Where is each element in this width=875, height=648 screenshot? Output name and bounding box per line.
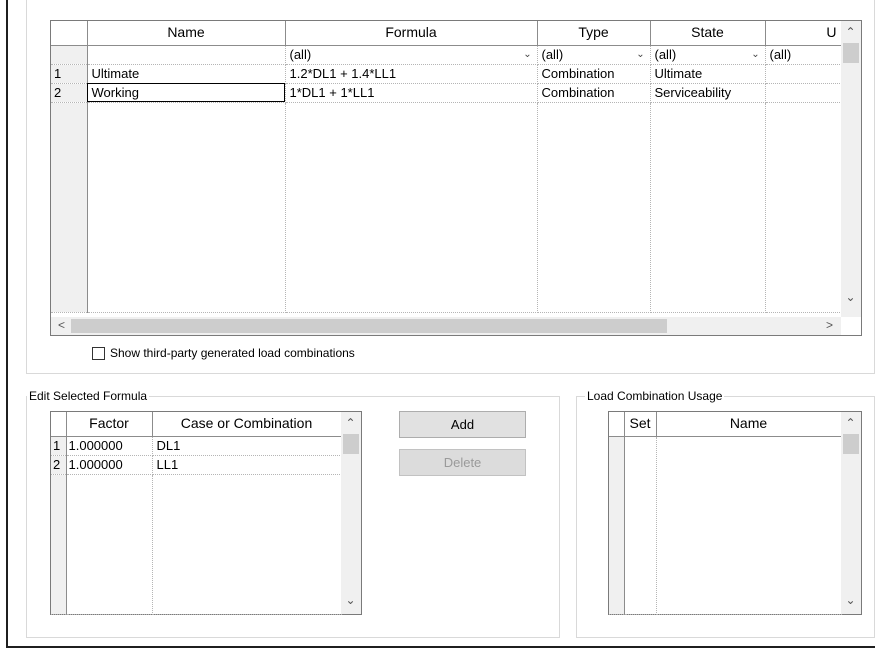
dropdown-arrow-icon[interactable]: ⌄: [521, 48, 535, 62]
filter-u-value: (all): [769, 46, 792, 62]
chevron-up-icon[interactable]: ⌃: [842, 24, 859, 41]
cell-case[interactable]: LL1: [152, 455, 342, 475]
chevron-up-icon[interactable]: ⌃: [842, 415, 859, 432]
row-number[interactable]: 1: [51, 64, 88, 84]
vertical-scrollbar[interactable]: ⌃ ⌄: [841, 412, 861, 614]
cell-name[interactable]: Ultimate: [87, 64, 286, 84]
vertical-scroll-thumb[interactable]: [843, 43, 859, 63]
filter-state[interactable]: (all) ⌄: [650, 45, 766, 65]
col-header-case[interactable]: Case or Combination: [152, 412, 342, 437]
edit-formula-caption: Edit Selected Formula: [27, 388, 150, 404]
chevron-right-icon[interactable]: >: [821, 317, 838, 334]
corner-header: [51, 412, 67, 437]
col-header-u[interactable]: U: [765, 21, 842, 46]
cell-u[interactable]: [765, 83, 842, 103]
show-third-party-checkbox[interactable]: [92, 346, 105, 360]
cell-type[interactable]: Combination: [537, 64, 651, 84]
usage-table: Set Name: [609, 412, 842, 615]
table-row[interactable]: 1 Ultimate 1.2*DL1 + 1.4*LL1 Combination…: [51, 64, 842, 84]
cell-state[interactable]: Serviceability: [650, 83, 766, 103]
col-header-type[interactable]: Type: [537, 21, 651, 46]
empty-rows-area: [51, 474, 342, 615]
col-header-set[interactable]: Set: [624, 412, 657, 437]
filter-type[interactable]: (all) ⌄: [537, 45, 651, 65]
empty-rows-area: [51, 102, 842, 313]
dropdown-arrow-icon[interactable]: ⌄: [634, 48, 648, 62]
horizontal-scrollbar[interactable]: < >: [51, 317, 841, 335]
cell-factor[interactable]: 1.000000: [66, 455, 153, 475]
cell-u[interactable]: [765, 64, 842, 84]
cell-name-selected[interactable]: Working: [87, 83, 286, 103]
row-number[interactable]: 1: [51, 436, 67, 456]
row-number[interactable]: 2: [51, 455, 67, 475]
factors-table: Factor Case or Combination 1 1.000000 DL…: [51, 412, 342, 615]
filter-type-value: (all): [541, 46, 564, 62]
empty-rows-area: [609, 436, 842, 615]
col-header-name[interactable]: Name: [656, 412, 842, 437]
corner-header: [609, 412, 625, 437]
load-combinations-grid[interactable]: Name Formula Type State U (all) ⌄ (all) …: [50, 20, 862, 336]
chevron-down-icon[interactable]: ⌄: [842, 289, 859, 306]
cell-state[interactable]: Ultimate: [650, 64, 766, 84]
horizontal-scroll-thumb[interactable]: [71, 319, 667, 333]
dropdown-arrow-icon[interactable]: ⌄: [749, 48, 763, 62]
col-header-formula[interactable]: Formula: [285, 21, 538, 46]
table-row[interactable]: 1 1.000000 DL1: [51, 436, 342, 456]
table-row[interactable]: 2 Working 1*DL1 + 1*LL1 Combination Serv…: [51, 83, 842, 103]
filter-state-value: (all): [654, 46, 677, 62]
col-header-factor[interactable]: Factor: [66, 412, 153, 437]
vertical-scroll-thumb[interactable]: [343, 434, 359, 454]
chevron-left-icon[interactable]: <: [53, 317, 70, 334]
usage-grid[interactable]: Set Name ⌃ ⌄: [608, 411, 862, 615]
corner-header: [51, 21, 88, 46]
row-number[interactable]: 2: [51, 83, 88, 103]
show-third-party-row[interactable]: Show third-party generated load combinat…: [92, 346, 355, 360]
formula-factors-grid[interactable]: Factor Case or Combination 1 1.000000 DL…: [50, 411, 362, 615]
col-header-name[interactable]: Name: [87, 21, 286, 46]
chevron-up-icon[interactable]: ⌃: [342, 415, 359, 432]
cell-factor[interactable]: 1.000000: [66, 436, 153, 456]
delete-button[interactable]: Delete: [399, 449, 526, 476]
table-row[interactable]: 2 1.000000 LL1: [51, 455, 342, 475]
vertical-scroll-thumb[interactable]: [843, 434, 859, 454]
vertical-scrollbar[interactable]: ⌃ ⌄: [341, 412, 361, 614]
filter-u[interactable]: (all): [765, 45, 842, 65]
combinations-table: Name Formula Type State U (all) ⌄ (all) …: [51, 21, 842, 313]
vertical-scrollbar[interactable]: ⌃ ⌄: [841, 21, 861, 317]
col-header-state[interactable]: State: [650, 21, 766, 46]
filter-name-empty: [87, 45, 286, 65]
add-button[interactable]: Add: [399, 411, 526, 438]
chevron-down-icon[interactable]: ⌄: [342, 592, 359, 609]
cell-formula[interactable]: 1.2*DL1 + 1.4*LL1: [285, 64, 538, 84]
show-third-party-label: Show third-party generated load combinat…: [110, 346, 355, 360]
cell-formula[interactable]: 1*DL1 + 1*LL1: [285, 83, 538, 103]
cell-case[interactable]: DL1: [152, 436, 342, 456]
chevron-down-icon[interactable]: ⌄: [842, 592, 859, 609]
usage-caption: Load Combination Usage: [585, 388, 725, 404]
filter-formula-value: (all): [289, 46, 312, 62]
cell-type[interactable]: Combination: [537, 83, 651, 103]
filter-row: (all) ⌄ (all) ⌄ (all) ⌄ (all): [51, 45, 842, 65]
filter-formula[interactable]: (all) ⌄: [285, 45, 538, 65]
